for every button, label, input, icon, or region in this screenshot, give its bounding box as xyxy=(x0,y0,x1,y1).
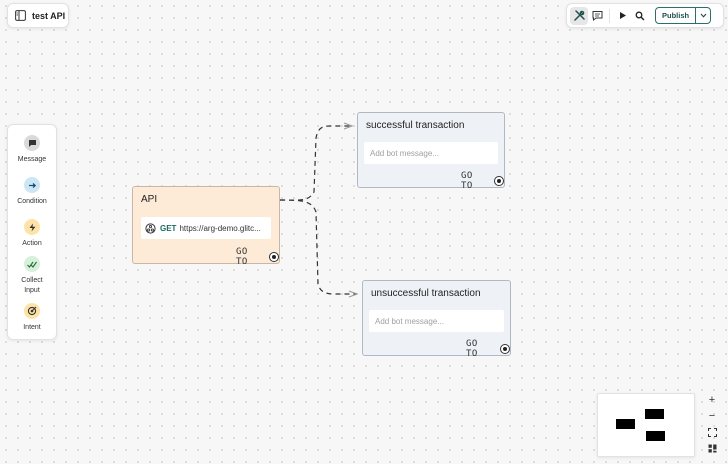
port-radio-icon[interactable] xyxy=(500,344,510,354)
bot-message-placeholder: Add bot message... xyxy=(375,317,444,326)
message-node-fail[interactable]: unsuccessful transaction Add bot message… xyxy=(362,280,511,359)
goto-label: GO TO xyxy=(466,339,478,359)
goto-port[interactable]: GO TO xyxy=(461,171,504,191)
goto-label: GO TO xyxy=(236,247,248,267)
node-title: unsuccessful transaction xyxy=(371,288,481,299)
zoom-in-button[interactable]: + xyxy=(704,392,720,408)
goto-label: GO TO xyxy=(461,171,473,191)
goto-port[interactable]: GO TO xyxy=(236,247,279,267)
webhook-icon xyxy=(145,222,156,234)
message-node-success[interactable]: successful transaction Add bot message..… xyxy=(357,112,505,191)
edge-arrowhead xyxy=(348,290,359,298)
api-request-row[interactable]: GET https://arg-demo.glitc... xyxy=(141,217,271,239)
bot-message-input[interactable]: Add bot message... xyxy=(364,142,498,164)
minimap-node-api xyxy=(616,419,635,429)
minimap-node-fail xyxy=(646,431,665,441)
edge-api-to-fail[interactable] xyxy=(279,199,357,295)
minimap-node-success xyxy=(645,409,664,419)
port-radio-icon[interactable] xyxy=(494,176,504,186)
edge-api-to-success[interactable] xyxy=(279,125,352,201)
request-url: https://arg-demo.glitc... xyxy=(179,223,261,233)
bot-message-placeholder: Add bot message... xyxy=(370,149,439,158)
zoom-out-button[interactable]: − xyxy=(704,408,720,424)
goto-port[interactable]: GO TO xyxy=(466,339,510,359)
node-title: API xyxy=(141,194,158,205)
minimap-toggle-icon[interactable] xyxy=(704,440,720,456)
fit-view-icon[interactable] xyxy=(704,424,720,440)
zoom-controls: + − xyxy=(704,392,720,456)
http-method: GET xyxy=(160,223,177,233)
port-radio-icon[interactable] xyxy=(269,252,279,262)
api-node[interactable]: API GET https://arg-demo.glitc... GO TO xyxy=(132,186,280,267)
minimap[interactable] xyxy=(597,393,695,457)
node-title: successful transaction xyxy=(366,120,465,131)
bot-message-input[interactable]: Add bot message... xyxy=(369,310,504,332)
